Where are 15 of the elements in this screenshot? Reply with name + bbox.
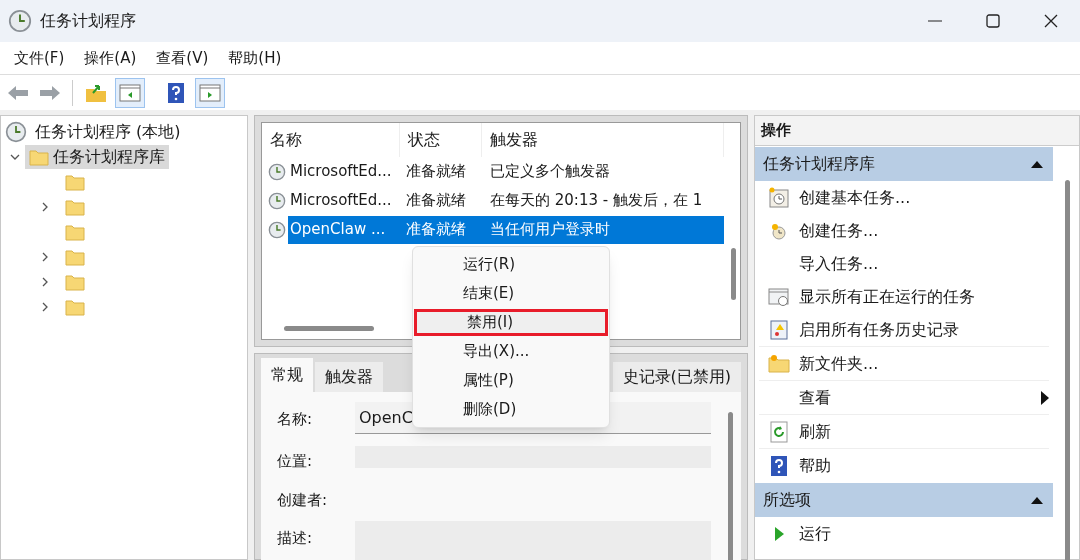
- table-cell-text: 已定义多个触发器: [489, 161, 611, 183]
- table-cell-text: MicrosoftEd...: [289, 190, 393, 212]
- field-label: 名称:: [277, 409, 314, 430]
- table-cell-text: OpenClaw ...: [289, 219, 387, 241]
- field-label: 位置:: [277, 451, 314, 472]
- table-cell-text: 在每天的 20:13 - 触发后，在 1: [489, 190, 704, 212]
- table-cell-text: 当任何用户登录时: [489, 219, 611, 241]
- table-cell-text: 准备就绪: [405, 190, 467, 212]
- field-label: 创建者:: [277, 489, 329, 511]
- table-cell-text: 准备就绪: [405, 161, 467, 183]
- window-title: 任务计划程序: [40, 10, 136, 32]
- field-label: 描述:: [277, 528, 314, 549]
- table-cell-text: 准备就绪: [405, 219, 467, 241]
- table-cell-text: MicrosoftEd...: [289, 161, 393, 183]
- actions-header: 操作: [755, 116, 1079, 146]
